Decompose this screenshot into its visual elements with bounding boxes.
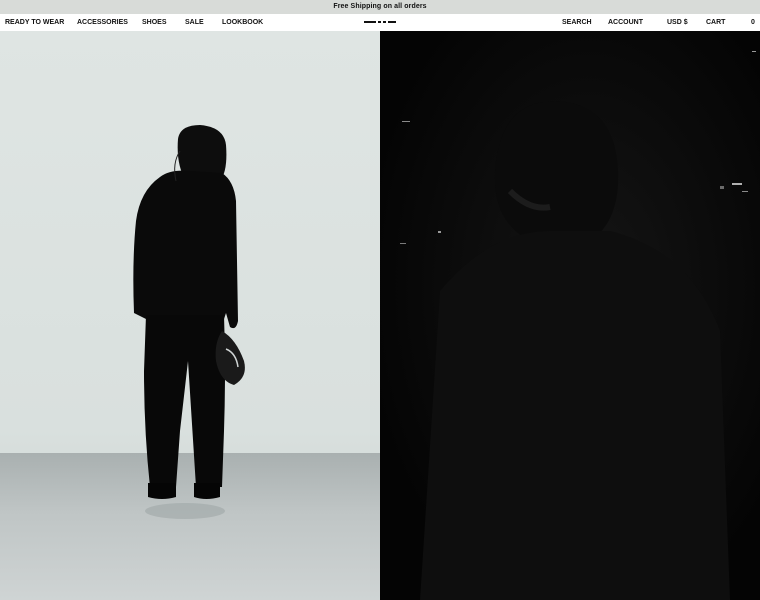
hero-section	[0, 31, 760, 600]
cart-count[interactable]: 0	[751, 14, 755, 31]
hero-image-right[interactable]	[380, 31, 760, 600]
site-header: READY TO WEAR ACCESSORIES SHOES SALE LOO…	[0, 14, 760, 31]
dark-figure	[380, 31, 760, 600]
account-link[interactable]: ACCOUNT	[608, 14, 643, 31]
announcement-text: Free Shipping on all orders	[333, 3, 427, 10]
search-link[interactable]: SEARCH	[562, 14, 592, 31]
cart-link[interactable]: CART	[706, 14, 725, 31]
model-figure	[133, 125, 245, 519]
currency-selector[interactable]: USD $	[667, 14, 688, 31]
hero-image-left[interactable]	[0, 31, 380, 600]
utility-nav: SEARCH ACCOUNT USD $ CART 0	[0, 14, 760, 31]
announcement-bar: Free Shipping on all orders	[0, 0, 760, 14]
